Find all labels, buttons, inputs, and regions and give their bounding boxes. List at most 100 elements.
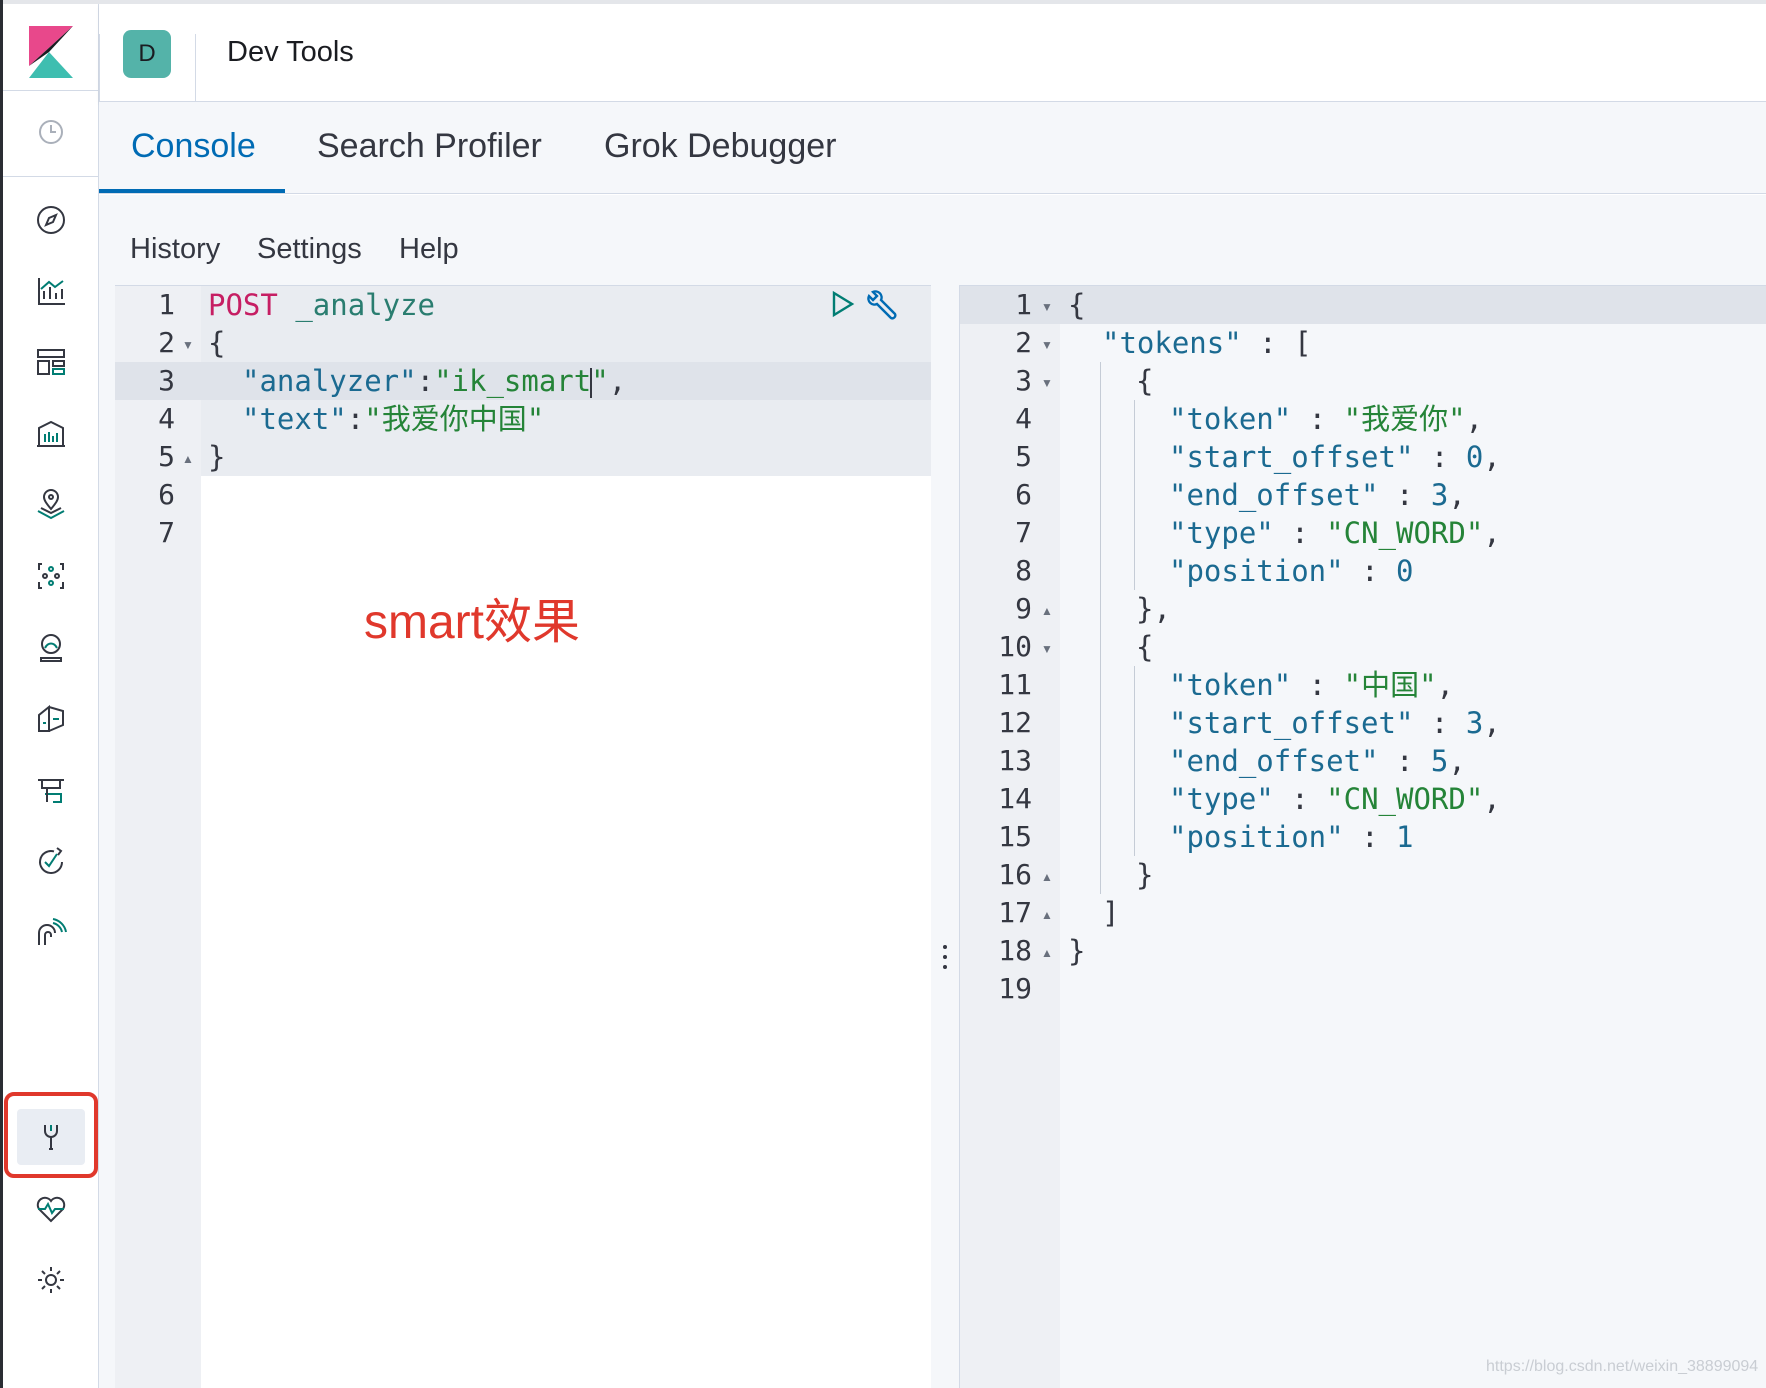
request-settings-wrench-icon[interactable] xyxy=(864,288,900,322)
json-separator: : xyxy=(1413,706,1466,740)
fold-toggle-icon[interactable]: ▲ xyxy=(1041,946,1053,960)
fold-toggle-icon[interactable]: ▲ xyxy=(1041,604,1053,618)
fold-toggle-icon[interactable]: ▼ xyxy=(1041,300,1053,314)
stack-monitoring-icon[interactable] xyxy=(29,1187,73,1231)
json-key: "position" xyxy=(1169,820,1344,854)
console-settings-link[interactable]: Settings xyxy=(257,233,362,266)
tab-grok-debugger[interactable]: Grok Debugger xyxy=(604,127,836,166)
json-key: "analyzer" xyxy=(242,364,417,398)
line-number: 7 xyxy=(158,516,175,549)
code-line: } xyxy=(1136,858,1154,892)
json-string: "ik_smart xyxy=(434,364,592,398)
code-line: "type" : "CN_WORD", xyxy=(1169,780,1501,818)
json-colon: : xyxy=(416,364,435,398)
recently-viewed-clock-icon[interactable] xyxy=(29,110,73,154)
code-line: } xyxy=(208,440,226,474)
tab-console[interactable]: Console xyxy=(131,127,256,166)
code-line: } xyxy=(1068,934,1086,968)
code-line: { xyxy=(1068,288,1086,322)
maps-icon[interactable] xyxy=(29,483,73,527)
fold-toggle-icon[interactable]: ▲ xyxy=(182,452,194,466)
sidebar-divider xyxy=(3,90,99,91)
indent-guide xyxy=(1100,362,1101,894)
json-string: "中国" xyxy=(1343,668,1437,702)
fold-toggle-icon[interactable]: ▼ xyxy=(1041,338,1053,352)
code-line: "start_offset" : 0, xyxy=(1169,438,1501,476)
code-line: "start_offset" : 3, xyxy=(1169,704,1501,742)
json-separator: : xyxy=(1241,326,1295,360)
json-comma: , xyxy=(1483,440,1501,474)
line-number: 7 xyxy=(1015,516,1032,549)
tab-search-profiler[interactable]: Search Profiler xyxy=(317,127,542,166)
machine-learning-icon[interactable] xyxy=(29,554,73,598)
code-line: "token" : "我爱你", xyxy=(1169,400,1483,438)
apm-icon[interactable] xyxy=(29,768,73,812)
code-line: "type" : "CN_WORD", xyxy=(1169,514,1501,552)
dashboard-icon[interactable] xyxy=(29,340,73,384)
json-key: "end_offset" xyxy=(1169,478,1379,512)
line-number: 14 xyxy=(998,782,1032,815)
json-key: "type" xyxy=(1169,782,1274,816)
header-separator xyxy=(195,34,196,102)
line-number: 15 xyxy=(998,820,1032,853)
line-number: 3 xyxy=(1015,364,1032,397)
fold-toggle-icon[interactable]: ▼ xyxy=(182,338,194,352)
siem-icon[interactable] xyxy=(29,911,73,955)
json-key: "position" xyxy=(1169,554,1344,588)
fold-toggle-icon[interactable]: ▲ xyxy=(1041,908,1053,922)
fold-toggle-icon[interactable]: ▲ xyxy=(1041,870,1053,884)
line-number: 1 xyxy=(1015,288,1032,321)
json-number: 0 xyxy=(1465,440,1484,474)
code-line: "tokens" : [ xyxy=(1102,324,1312,362)
indent-guide xyxy=(1134,666,1135,856)
line-number: 18 xyxy=(998,934,1032,967)
line-number: 11 xyxy=(998,668,1032,701)
visualize-chart-icon[interactable] xyxy=(29,269,73,313)
console-history-link[interactable]: History xyxy=(130,233,220,266)
line-number: 12 xyxy=(998,706,1032,739)
canvas-icon[interactable] xyxy=(29,412,73,456)
code-line: "analyzer":"ik_smart", xyxy=(242,362,626,400)
side-nav xyxy=(3,4,99,1388)
json-key: "start_offset" xyxy=(1169,440,1414,474)
code-line: { xyxy=(1136,364,1154,398)
json-separator: : xyxy=(1291,668,1344,702)
uptime-icon[interactable] xyxy=(29,840,73,884)
json-comma: , xyxy=(1448,478,1466,512)
json-comma: , xyxy=(1483,516,1501,550)
management-gear-icon[interactable] xyxy=(29,1258,73,1302)
discover-compass-icon[interactable] xyxy=(29,198,73,242)
app-header: D Dev Tools xyxy=(99,4,1766,102)
json-comma: , xyxy=(1465,402,1483,436)
space-avatar[interactable]: D xyxy=(123,30,171,78)
kibana-logo-icon[interactable] xyxy=(29,26,73,78)
json-separator: : xyxy=(1413,440,1466,474)
json-separator: : xyxy=(1343,554,1396,588)
code-line: "end_offset" : 5, xyxy=(1169,742,1466,780)
line-number: 17 xyxy=(998,896,1032,929)
json-number: 3 xyxy=(1465,706,1484,740)
code-line: "position" : 0 xyxy=(1169,552,1413,590)
infrastructure-icon[interactable] xyxy=(29,626,73,670)
logs-icon[interactable] xyxy=(29,697,73,741)
line-number: 5 xyxy=(158,440,175,473)
json-comma: , xyxy=(1483,706,1501,740)
json-string: "CN_WORD" xyxy=(1326,782,1484,816)
json-separator: : xyxy=(1273,516,1327,550)
editor-resize-handle[interactable] xyxy=(931,285,959,1388)
line-number: 6 xyxy=(158,478,175,511)
line-number: 3 xyxy=(158,364,175,397)
json-key: "end_offset" xyxy=(1169,744,1379,778)
fold-toggle-icon[interactable]: ▼ xyxy=(1041,376,1053,390)
json-number: 5 xyxy=(1430,744,1449,778)
console-help-link[interactable]: Help xyxy=(399,233,459,266)
line-number: 13 xyxy=(998,744,1032,777)
code-line: ] xyxy=(1102,896,1120,930)
resize-handle-dots-icon[interactable] xyxy=(942,945,948,975)
send-request-play-icon[interactable] xyxy=(828,289,856,319)
fold-toggle-icon[interactable]: ▼ xyxy=(1041,642,1053,656)
json-separator: : xyxy=(1378,744,1431,778)
json-key: "tokens" xyxy=(1102,326,1242,360)
json-string: "我爱你中国" xyxy=(364,402,545,436)
line-number: 6 xyxy=(1015,478,1032,511)
